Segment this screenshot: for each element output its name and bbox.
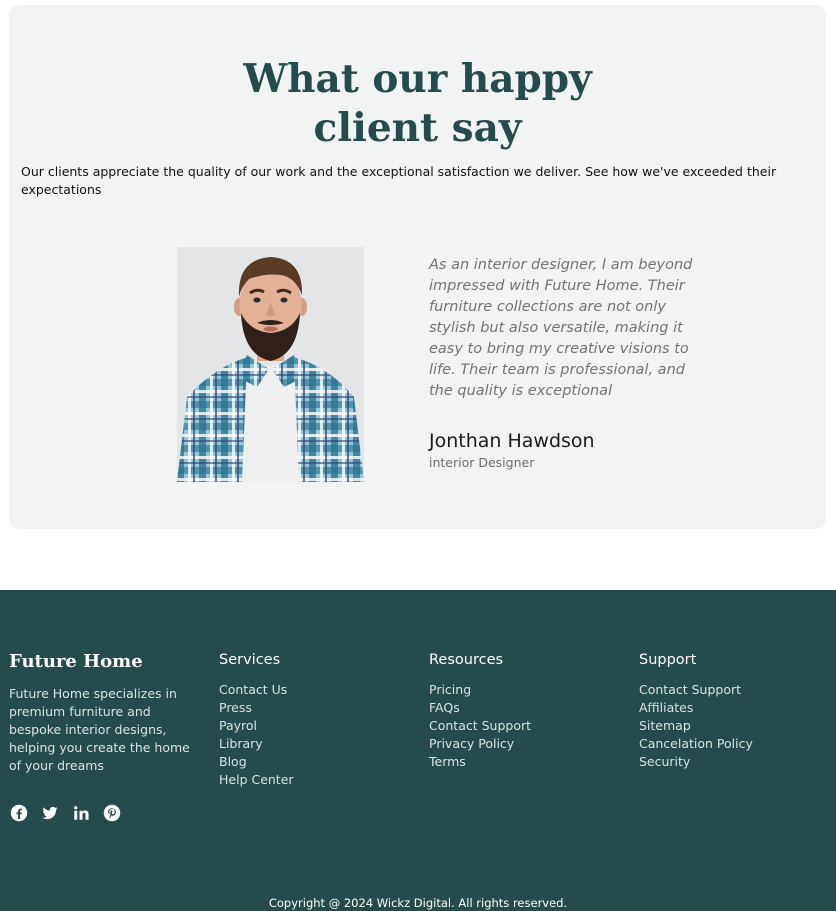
footer-link-sitemap[interactable]: Sitemap	[639, 717, 753, 735]
twitter-icon[interactable]	[40, 803, 60, 823]
section-title-line-1: What our happy	[243, 56, 592, 102]
footer-link-faqs[interactable]: FAQs	[429, 699, 531, 717]
section-subtitle: Our clients appreciate the quality of ou…	[21, 164, 777, 197]
footer-column-heading: Resources	[429, 652, 504, 668]
footer-link-affiliates[interactable]: Affiliates	[639, 699, 753, 717]
copyright-text: Copyright @ 2024 Wickz Digital. All righ…	[268, 896, 568, 910]
footer-link-contact-support[interactable]: Contact Support	[639, 681, 753, 699]
client-photo	[177, 247, 364, 482]
footer-brand-title: Future Home	[9, 651, 143, 672]
footer-column-support: Support Contact Support Affiliates Sitem…	[639, 650, 753, 771]
footer-link-terms[interactable]: Terms	[429, 753, 531, 771]
footer-link-contact-support[interactable]: Contact Support	[429, 717, 531, 735]
section-title: What our happy client say	[9, 55, 826, 153]
pinterest-icon[interactable]	[102, 803, 122, 823]
testimonial-quote: As an interior designer, I am beyond imp…	[429, 257, 693, 399]
author-role: interior Designer	[429, 455, 535, 470]
footer-column-resources: Resources Pricing FAQs Contact Support P…	[429, 650, 531, 771]
client-portrait-image	[177, 247, 364, 482]
testimonial-section: What our happy client say Our clients ap…	[9, 5, 826, 529]
footer-column-heading: Support	[639, 652, 697, 668]
footer-link-privacy-policy[interactable]: Privacy Policy	[429, 735, 531, 753]
footer-brand-description: Future Home specializes in premium furni…	[9, 686, 190, 773]
footer-link-security[interactable]: Security	[639, 753, 753, 771]
footer-link-press[interactable]: Press	[219, 699, 294, 717]
footer-link-pricing[interactable]: Pricing	[429, 681, 531, 699]
footer-link-help-center[interactable]: Help Center	[219, 771, 294, 789]
facebook-icon[interactable]	[9, 803, 29, 823]
footer-link-payrol[interactable]: Payrol	[219, 717, 294, 735]
section-title-line-2: client say	[313, 105, 522, 151]
linkedin-icon[interactable]	[71, 803, 91, 823]
footer-column-services: Services Contact Us Press Payrol Library…	[219, 650, 294, 789]
footer-column-heading: Services	[219, 652, 281, 668]
footer-link-cancelation-policy[interactable]: Cancelation Policy	[639, 735, 753, 753]
footer-link-blog[interactable]: Blog	[219, 753, 294, 771]
social-links	[9, 803, 122, 823]
footer-link-contact-us[interactable]: Contact Us	[219, 681, 294, 699]
author-name: Jonthan Hawdson	[429, 430, 595, 452]
footer-link-library[interactable]: Library	[219, 735, 294, 753]
site-footer: Future Home Future Home specializes in p…	[0, 590, 836, 911]
